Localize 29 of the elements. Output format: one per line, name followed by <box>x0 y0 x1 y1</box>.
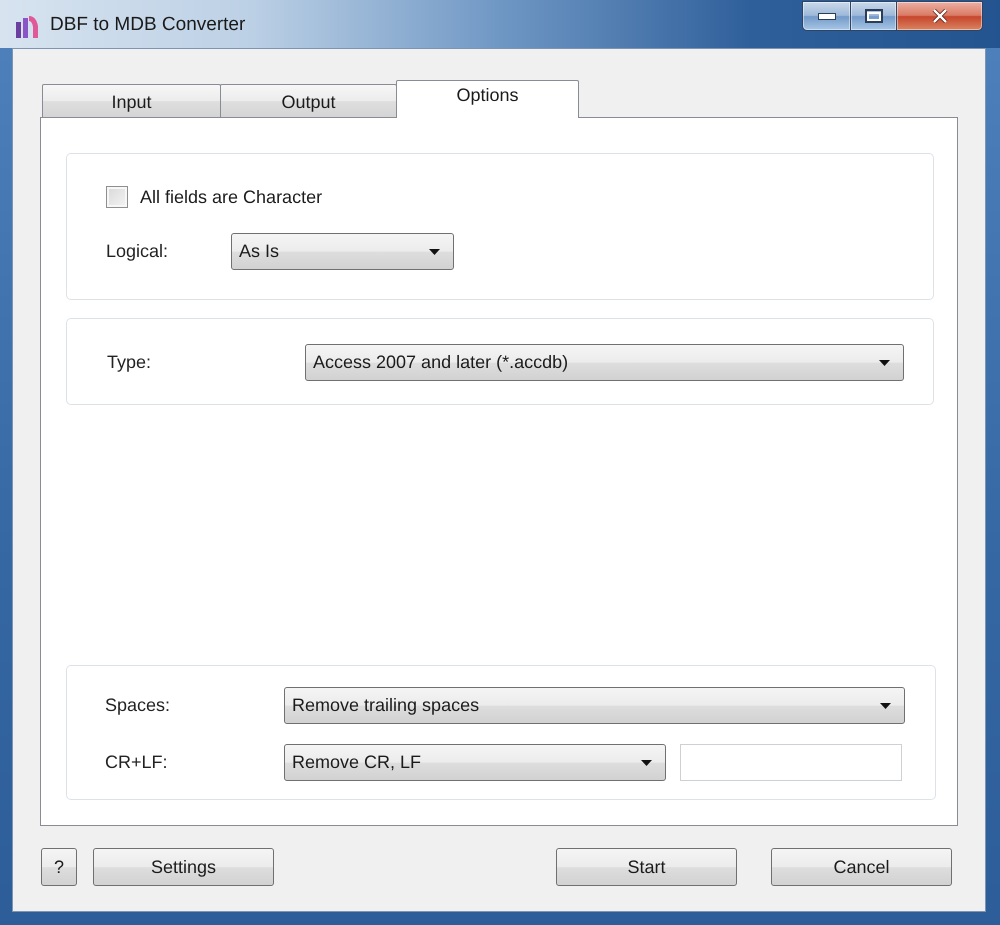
tab[interactable]: Output <box>220 84 397 117</box>
settings-button[interactable]: Settings <box>93 848 274 886</box>
tab[interactable]: Input <box>42 84 221 117</box>
close-button[interactable] <box>896 1 983 31</box>
dropdown[interactable]: Access 2007 and later (*.accdb) <box>305 344 904 381</box>
checkbox[interactable] <box>106 186 128 208</box>
field-label: CR+LF: <box>105 752 169 773</box>
dropdown[interactable]: As Is <box>231 233 454 270</box>
caret-icon <box>641 760 652 766</box>
field-label: Type: <box>107 352 152 373</box>
cancel-button[interactable]: Cancel <box>771 848 952 886</box>
caret-icon <box>880 702 891 708</box>
field-label: Logical: <box>106 241 170 262</box>
close-icon <box>932 9 948 23</box>
minimize-button[interactable] <box>802 1 850 31</box>
window-title: DBF to MDB Converter <box>50 14 246 36</box>
help-button[interactable]: ? <box>41 848 77 886</box>
maximize-button[interactable] <box>850 1 896 31</box>
dropdown[interactable]: Remove trailing spaces <box>284 687 905 724</box>
maximize-icon <box>864 9 882 23</box>
caret-icon <box>429 248 440 254</box>
dropdown[interactable]: Remove CR, LF <box>284 744 666 781</box>
caret-icon <box>879 360 890 366</box>
field-label: Spaces: <box>105 695 172 716</box>
checkbox-label: All fields are Character <box>140 186 322 208</box>
minimize-icon <box>818 12 836 20</box>
start-button[interactable]: Start <box>556 848 737 886</box>
tab[interactable]: Options <box>396 80 579 118</box>
text-field[interactable] <box>680 744 902 781</box>
